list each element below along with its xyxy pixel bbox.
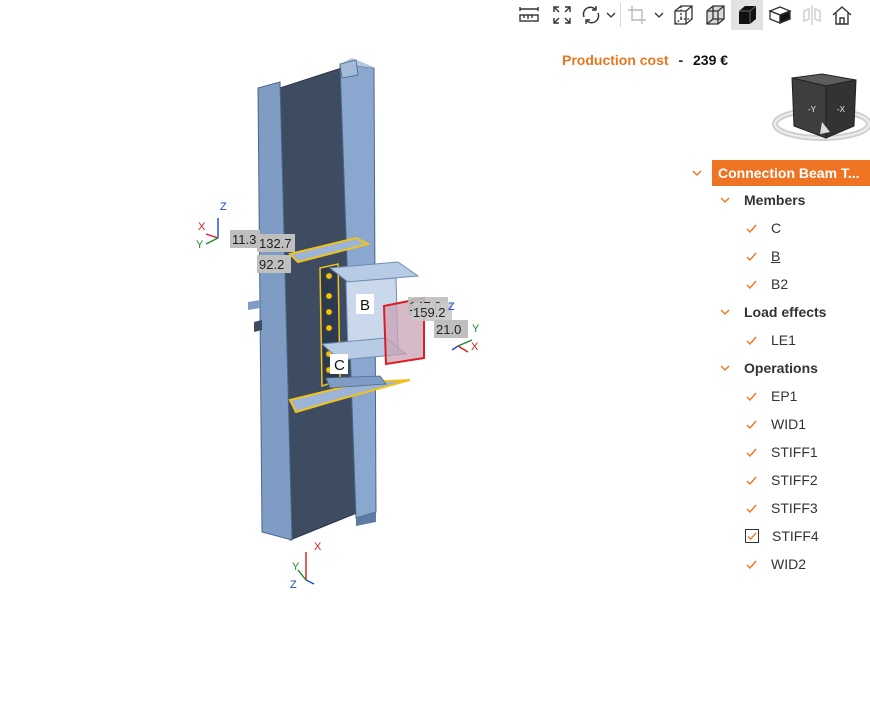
checkmark-icon[interactable]	[745, 446, 758, 459]
tree-item-stiff1[interactable]: STIFF1	[745, 438, 870, 466]
dimension-icon[interactable]	[512, 0, 546, 30]
chevron-down-icon[interactable]	[718, 361, 732, 375]
axis-y-left: Y	[196, 239, 204, 251]
tree-item-label: STIFF4	[772, 528, 819, 544]
checkmark-icon[interactable]	[745, 474, 758, 487]
clipping-box-icon[interactable]	[623, 0, 651, 30]
tree-item-le1[interactable]: LE1	[745, 326, 870, 354]
axis-y-right: Y	[472, 323, 480, 335]
tree-item-label: STIFF1	[771, 444, 818, 460]
chevron-down-icon[interactable]	[690, 166, 704, 180]
checkmark-icon[interactable]	[745, 390, 758, 403]
axis-x-bottom: X	[314, 541, 322, 553]
axis-z-right: Z	[448, 301, 455, 313]
zoom-extents-icon[interactable]	[546, 0, 578, 30]
checkmark-icon[interactable]	[745, 502, 758, 515]
tree-item-stiff2[interactable]: STIFF2	[745, 466, 870, 494]
tree-group-label: Load effects	[744, 304, 827, 320]
axis-triad-left: Z X Y	[196, 201, 227, 251]
tree-item-label: STIFF2	[771, 472, 818, 488]
tree-item-label: WID1	[771, 416, 806, 432]
section-view-icon[interactable]	[763, 0, 797, 30]
tree-group-load-effects[interactable]: Load effects	[718, 298, 870, 326]
tree-item-label: EP1	[771, 388, 798, 404]
checkmark-icon[interactable]	[745, 418, 758, 431]
checkmark-icon[interactable]	[745, 558, 758, 571]
cube-face-minus-x: -X	[837, 105, 846, 114]
tree-item-label: STIFF3	[771, 500, 818, 516]
view-toolbar	[512, 0, 870, 30]
axis-z-left: Z	[220, 201, 227, 213]
tree-item-label: LE1	[771, 332, 796, 348]
tree-item-wid2[interactable]: WID2	[745, 550, 870, 578]
home-view-icon[interactable]	[827, 0, 857, 30]
dim-label-2: 132.7	[259, 236, 292, 251]
clipping-dropdown-icon[interactable]	[651, 0, 667, 30]
dim-label-5: 159.2	[413, 305, 446, 320]
tree-item-stiff4[interactable]: STIFF4	[745, 522, 870, 550]
project-tree: Connection Beam T... Members C B B2 Load…	[690, 160, 870, 578]
tree-group-operations[interactable]: Operations	[718, 354, 870, 382]
tree-group-label: Operations	[744, 360, 818, 376]
tree-item-ep1[interactable]: EP1	[745, 382, 870, 410]
tree-item-stiff3[interactable]: STIFF3	[745, 494, 870, 522]
member-label-c: C	[334, 357, 345, 374]
member-label-b: B	[360, 297, 370, 314]
tree-item-b2[interactable]: B2	[745, 270, 870, 298]
transparent-view-icon[interactable]	[699, 0, 731, 30]
checkmark-icon[interactable]	[745, 222, 758, 235]
chevron-down-icon[interactable]	[718, 193, 732, 207]
solid-view-icon[interactable]	[731, 0, 763, 30]
tree-root-label[interactable]: Connection Beam T...	[712, 160, 870, 186]
rotate-icon[interactable]	[578, 0, 604, 30]
tree-group-label: Members	[744, 192, 806, 208]
cube-face-minus-y: -Y	[808, 105, 817, 114]
dim-label-1: 11.3	[232, 232, 256, 247]
checkmark-icon[interactable]	[745, 278, 758, 291]
tree-item-label: B	[771, 248, 781, 264]
navigation-cube[interactable]: -Y -X	[770, 70, 870, 142]
toolbar-divider	[620, 3, 621, 27]
axis-triad-bottom: X Y Z	[290, 541, 322, 591]
dim-label-6: 21.0	[436, 322, 461, 337]
production-cost-separator: -	[678, 52, 684, 68]
checkmark-icon[interactable]	[745, 250, 758, 263]
axis-z-bottom: Z	[290, 579, 297, 591]
tree-item-wid1[interactable]: WID1	[745, 410, 870, 438]
checkmark-icon[interactable]	[745, 529, 759, 543]
tree-item-label: C	[771, 220, 782, 236]
production-cost-value: 239 €	[693, 52, 729, 68]
tree-item-b[interactable]: B	[745, 242, 870, 270]
production-cost-label: Production cost	[562, 52, 669, 68]
rotate-dropdown-icon[interactable]	[604, 0, 618, 30]
dim-label-3: 92.2	[259, 257, 284, 272]
symmetry-icon[interactable]	[797, 0, 827, 30]
axis-y-bottom: Y	[292, 561, 300, 573]
wireframe-view-icon[interactable]	[667, 0, 699, 30]
tree-item-label: WID2	[771, 556, 806, 572]
tree-item-label: B2	[771, 276, 789, 292]
tree-group-members[interactable]: Members	[718, 186, 870, 214]
axis-x-right: X	[471, 341, 479, 353]
3d-model-viewport[interactable]: B C 11.3 132.7 92.2 147.0 159.2 21.0 Z X…	[180, 40, 500, 600]
production-cost: Production cost - 239 €	[562, 52, 728, 68]
tree-item-c[interactable]: C	[745, 214, 870, 242]
chevron-down-icon[interactable]	[718, 305, 732, 319]
axis-x-left: X	[198, 221, 206, 233]
checkmark-icon[interactable]	[745, 334, 758, 347]
tree-root[interactable]: Connection Beam T...	[690, 160, 870, 186]
